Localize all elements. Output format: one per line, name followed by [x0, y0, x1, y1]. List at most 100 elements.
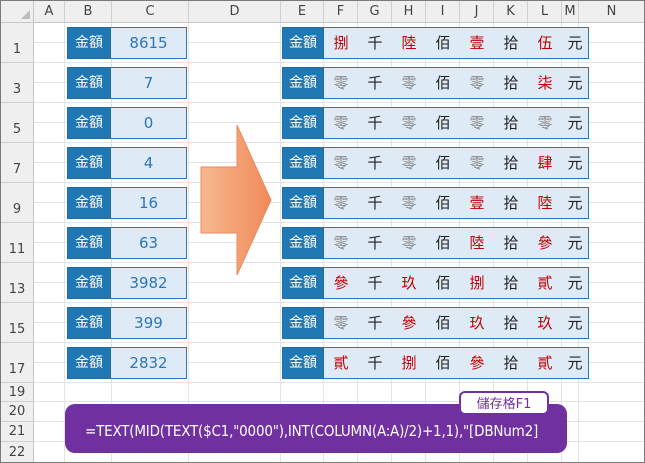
amount-label[interactable]: 金額 — [67, 227, 111, 259]
chinese-digit-cell[interactable]: 捌 — [324, 27, 358, 59]
chinese-digit-cell[interactable]: 佰 — [426, 347, 460, 379]
chinese-digit-cell[interactable]: 零 — [324, 107, 358, 139]
row-header-17[interactable]: 17 — [1, 343, 34, 383]
amount-value[interactable]: 4 — [111, 147, 187, 179]
chinese-digit-cell[interactable]: 佰 — [426, 107, 460, 139]
chinese-digit-cell[interactable]: 拾 — [494, 267, 528, 299]
row-header-19[interactable]: 19 — [1, 383, 34, 402]
chinese-digit-cell[interactable]: 拾 — [494, 67, 528, 99]
chinese-digit-cell[interactable]: 柒 — [528, 67, 562, 99]
chinese-amount-label[interactable]: 金額 — [282, 67, 324, 99]
amount-label[interactable]: 金額 — [67, 187, 111, 219]
amount-label[interactable]: 金額 — [67, 347, 111, 379]
chinese-digit-cell[interactable]: 捌 — [460, 267, 494, 299]
chinese-digit-cell[interactable]: 捌 — [392, 347, 426, 379]
chinese-digit-cell[interactable]: 元 — [562, 67, 589, 99]
chinese-digit-cell[interactable]: 拾 — [494, 147, 528, 179]
row-header-7[interactable]: 7 — [1, 143, 34, 183]
chinese-digit-cell[interactable]: 壹 — [460, 27, 494, 59]
chinese-digit-cell[interactable]: 零 — [392, 107, 426, 139]
chinese-digit-cell[interactable]: 千 — [358, 227, 392, 259]
amount-value[interactable]: 0 — [111, 107, 187, 139]
chinese-digit-cell[interactable]: 千 — [358, 187, 392, 219]
chinese-digit-cell[interactable]: 拾 — [494, 107, 528, 139]
chinese-digit-cell[interactable]: 零 — [392, 147, 426, 179]
chinese-digit-cell[interactable]: 千 — [358, 267, 392, 299]
chinese-digit-cell[interactable]: 拾 — [494, 307, 528, 339]
chinese-digit-cell[interactable]: 陸 — [528, 187, 562, 219]
chinese-digit-cell[interactable]: 零 — [324, 147, 358, 179]
chinese-digit-cell[interactable]: 陸 — [392, 27, 426, 59]
chinese-digit-cell[interactable]: 拾 — [494, 27, 528, 59]
chinese-digit-cell[interactable]: 貳 — [528, 267, 562, 299]
chinese-digit-cell[interactable]: 千 — [358, 67, 392, 99]
chinese-digit-cell[interactable]: 零 — [528, 107, 562, 139]
amount-label[interactable]: 金額 — [67, 307, 111, 339]
column-header-d[interactable]: D — [189, 1, 281, 23]
chinese-digit-cell[interactable]: 元 — [562, 147, 589, 179]
chinese-digit-cell[interactable]: 拾 — [494, 187, 528, 219]
chinese-digit-cell[interactable]: 零 — [324, 187, 358, 219]
chinese-digit-cell[interactable]: 元 — [562, 107, 589, 139]
column-header-b[interactable]: B — [65, 1, 112, 23]
amount-value[interactable]: 3982 — [111, 267, 187, 299]
chinese-digit-cell[interactable]: 零 — [392, 187, 426, 219]
column-header-e[interactable]: E — [281, 1, 324, 23]
chinese-digit-cell[interactable]: 伍 — [528, 27, 562, 59]
chinese-digit-cell[interactable]: 元 — [562, 347, 589, 379]
chinese-digit-cell[interactable]: 千 — [358, 147, 392, 179]
chinese-amount-label[interactable]: 金額 — [282, 227, 324, 259]
chinese-digit-cell[interactable]: 佰 — [426, 187, 460, 219]
chinese-amount-label[interactable]: 金額 — [282, 27, 324, 59]
row-header-9[interactable]: 9 — [1, 183, 34, 223]
chinese-digit-cell[interactable]: 元 — [562, 27, 589, 59]
chinese-digit-cell[interactable]: 貳 — [528, 347, 562, 379]
chinese-digit-cell[interactable]: 玖 — [392, 267, 426, 299]
row-header-22[interactable]: 22 — [1, 442, 34, 462]
column-header-k[interactable]: K — [494, 1, 528, 23]
row-header-1[interactable]: 1 — [1, 23, 34, 63]
row-header-11[interactable]: 11 — [1, 223, 34, 263]
chinese-digit-cell[interactable]: 零 — [324, 307, 358, 339]
column-header-a[interactable]: A — [34, 1, 65, 23]
chinese-digit-cell[interactable]: 千 — [358, 307, 392, 339]
chinese-digit-cell[interactable]: 元 — [562, 307, 589, 339]
chinese-digit-cell[interactable]: 佰 — [426, 227, 460, 259]
amount-label[interactable]: 金額 — [67, 67, 111, 99]
row-header-5[interactable]: 5 — [1, 103, 34, 143]
column-header-i[interactable]: I — [426, 1, 460, 23]
amount-value[interactable]: 63 — [111, 227, 187, 259]
chinese-digit-cell[interactable]: 參 — [460, 347, 494, 379]
chinese-digit-cell[interactable]: 佰 — [426, 307, 460, 339]
chinese-digit-cell[interactable]: 零 — [460, 67, 494, 99]
row-header-21[interactable]: 21 — [1, 422, 34, 442]
chinese-digit-cell[interactable]: 零 — [460, 147, 494, 179]
chinese-amount-label[interactable]: 金額 — [282, 307, 324, 339]
amount-value[interactable]: 8615 — [111, 27, 187, 59]
amount-label[interactable]: 金額 — [67, 27, 111, 59]
column-header-c[interactable]: C — [112, 1, 189, 23]
chinese-digit-cell[interactable]: 參 — [392, 307, 426, 339]
row-header-13[interactable]: 13 — [1, 263, 34, 303]
chinese-amount-label[interactable]: 金額 — [282, 187, 324, 219]
chinese-digit-cell[interactable]: 零 — [392, 227, 426, 259]
column-header-g[interactable]: G — [358, 1, 392, 23]
amount-value[interactable]: 2832 — [111, 347, 187, 379]
chinese-digit-cell[interactable]: 零 — [460, 107, 494, 139]
amount-label[interactable]: 金額 — [67, 147, 111, 179]
row-header-15[interactable]: 15 — [1, 303, 34, 343]
amount-value[interactable]: 399 — [111, 307, 187, 339]
column-header-n[interactable]: N — [579, 1, 644, 23]
chinese-digit-cell[interactable]: 千 — [358, 27, 392, 59]
column-header-h[interactable]: H — [392, 1, 426, 23]
amount-value[interactable]: 16 — [111, 187, 187, 219]
chinese-digit-cell[interactable]: 元 — [562, 187, 589, 219]
chinese-digit-cell[interactable]: 參 — [324, 267, 358, 299]
column-header-m[interactable]: M — [562, 1, 579, 23]
chinese-amount-label[interactable]: 金額 — [282, 267, 324, 299]
amount-value[interactable]: 7 — [111, 67, 187, 99]
chinese-digit-cell[interactable]: 肆 — [528, 147, 562, 179]
chinese-digit-cell[interactable]: 壹 — [460, 187, 494, 219]
chinese-digit-cell[interactable]: 佰 — [426, 27, 460, 59]
chinese-digit-cell[interactable]: 佰 — [426, 147, 460, 179]
